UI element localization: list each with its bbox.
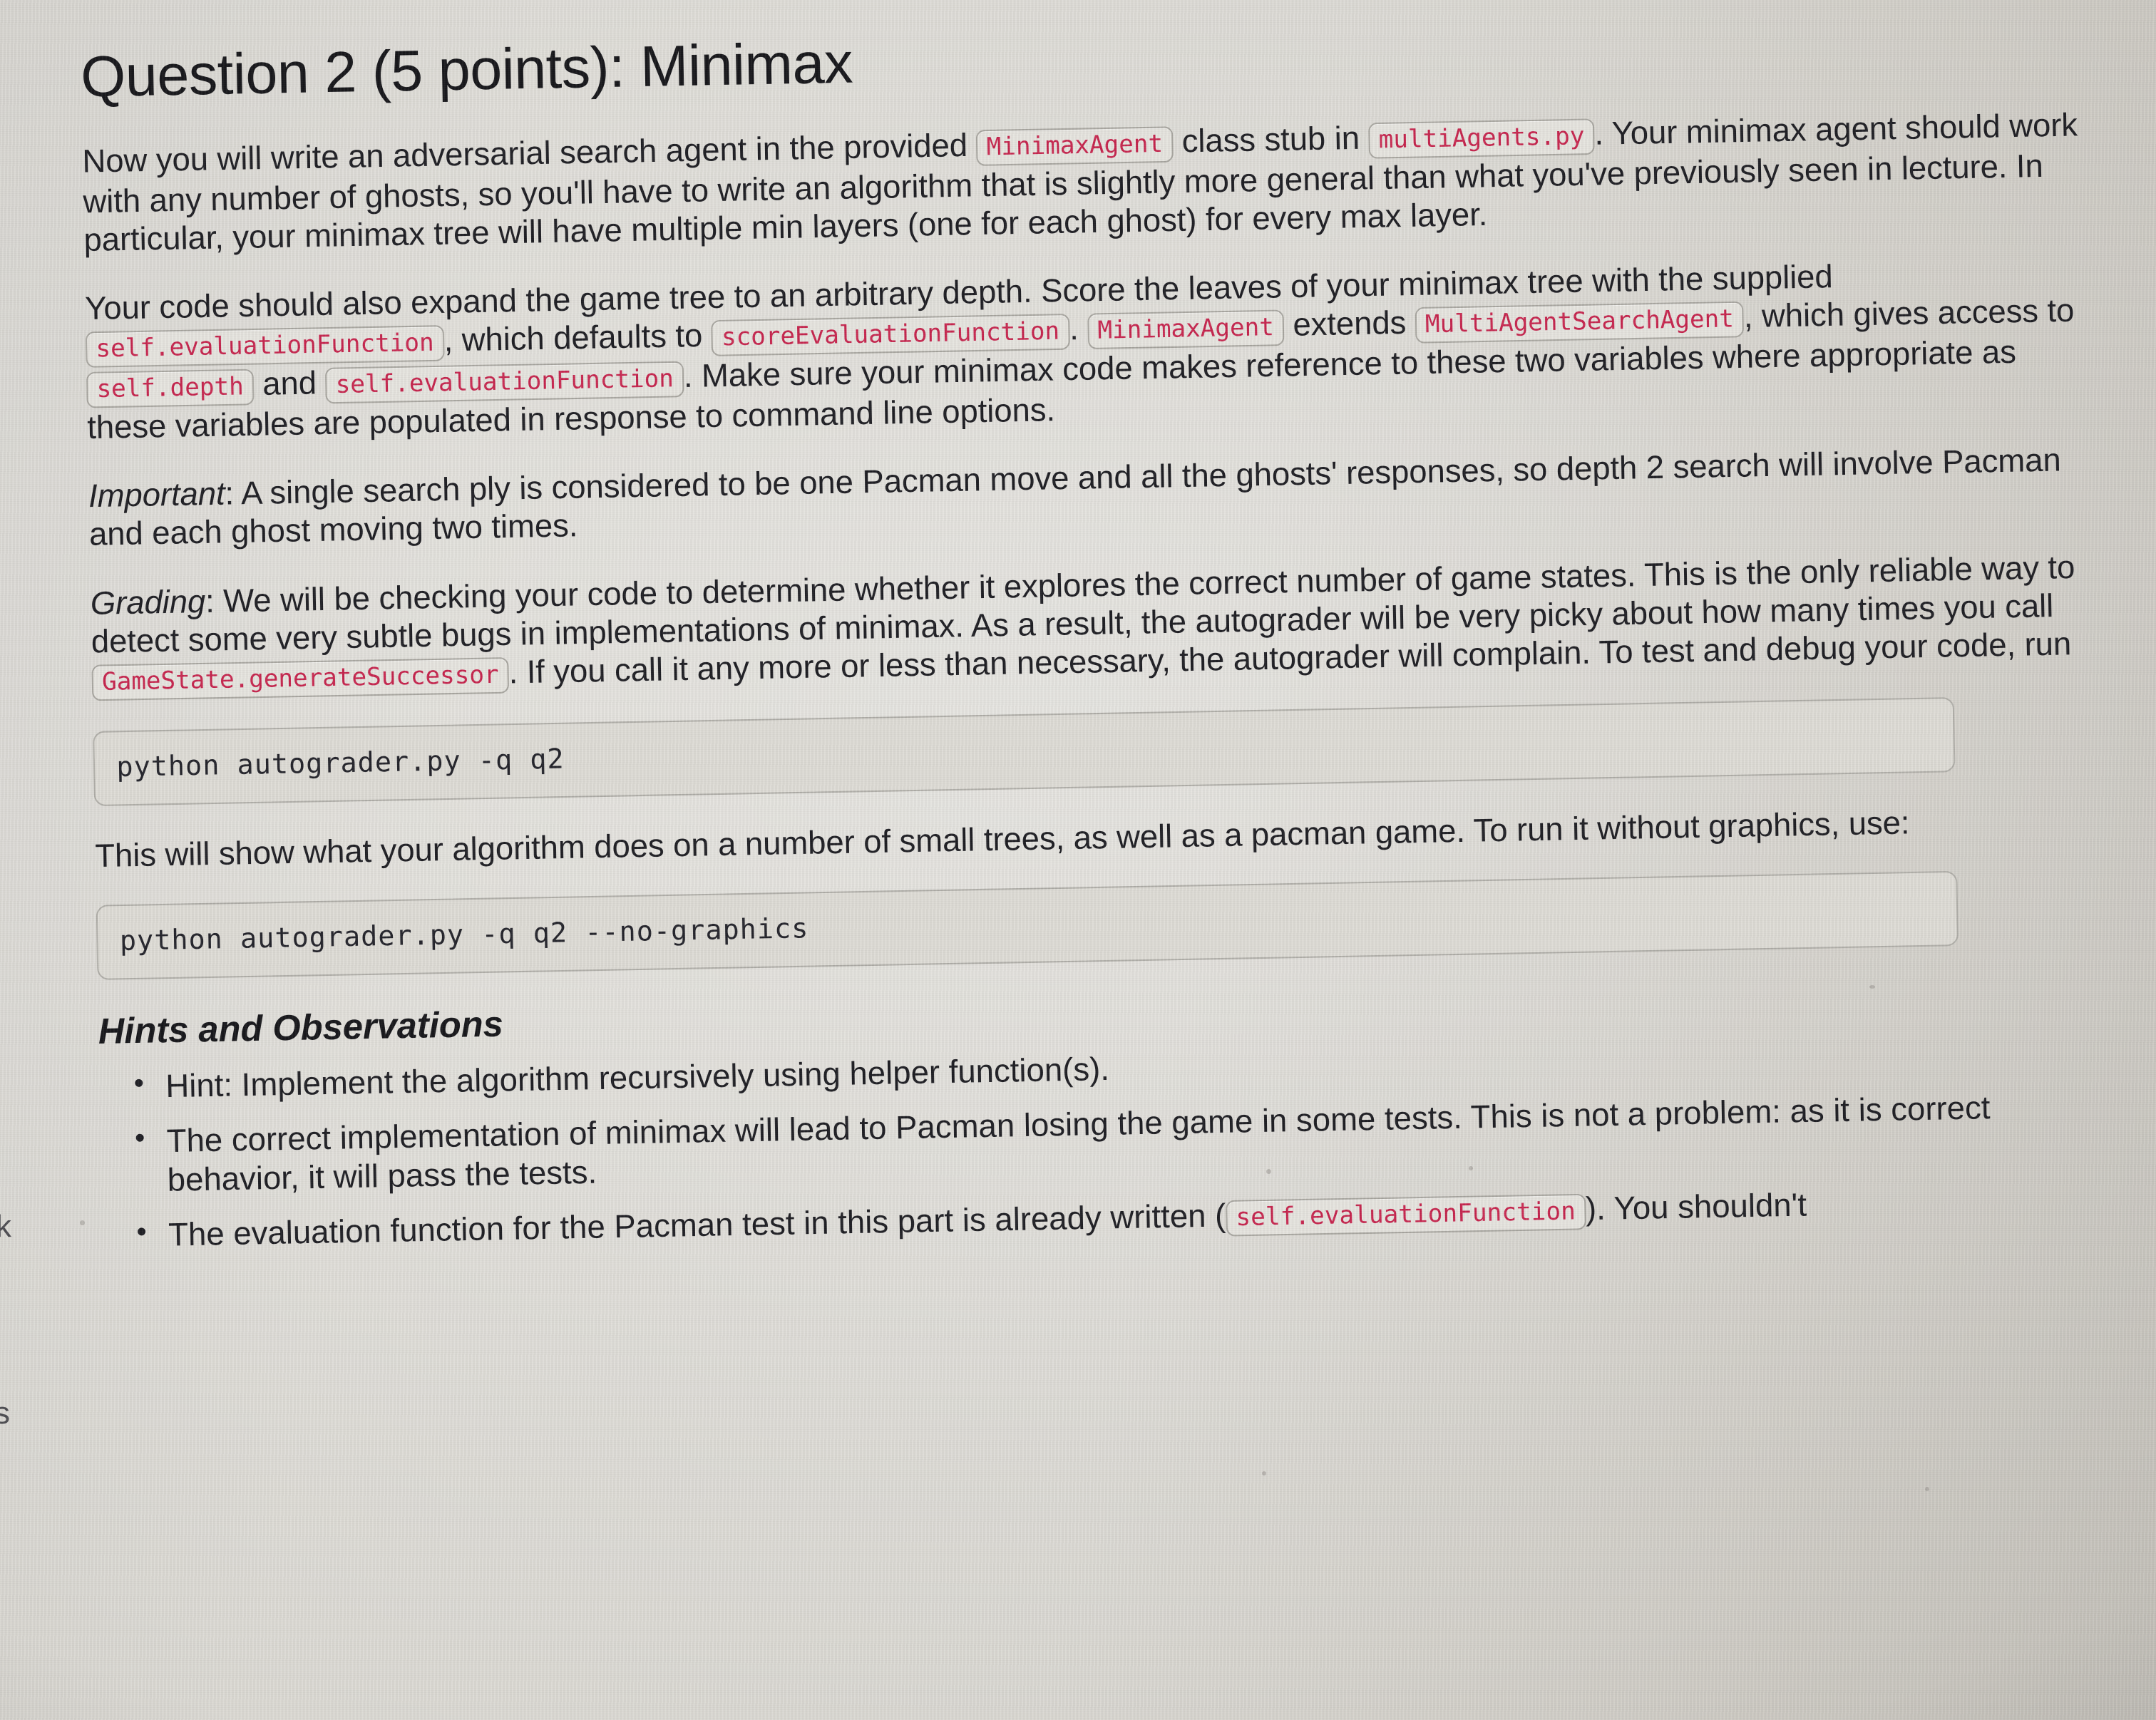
paragraph-grading: Grading: We will be checking your code t… — [90, 547, 2105, 701]
inline-code: self.evaluationFunction — [325, 361, 684, 404]
paragraph-intro: Now you will write an adversarial search… — [81, 105, 2078, 259]
document-page: Question 2 (5 points): Minimax Now you w… — [0, 0, 2156, 1720]
inline-code: self.evaluationFunction — [85, 325, 445, 369]
dust-speck — [1869, 985, 1875, 989]
photographed-screen: Question 2 (5 points): Minimax Now you w… — [0, 0, 2156, 1720]
inline-code: scoreEvaluationFunction — [711, 314, 1070, 357]
page-title: Question 2 (5 points): Minimax — [80, 30, 853, 109]
emphasis-label: Grading — [90, 582, 206, 622]
paragraph-between-code-blocks: This will show what your algorithm does … — [94, 803, 1910, 874]
inline-code: GameState.generateSuccessor — [91, 656, 510, 701]
inline-code: MultiAgentSearchAgent — [1415, 301, 1745, 344]
dust-speck — [1262, 1471, 1266, 1476]
inline-code: multiAgents.py — [1368, 118, 1595, 159]
inline-code: self.evaluationFunction — [1225, 1193, 1586, 1237]
code-block-autograder-q2-no-graphics[interactable]: python autograder.py -q q2 --no-graphics — [96, 870, 1959, 980]
emphasis-label: Important — [88, 475, 225, 515]
inline-code: self.depth — [86, 369, 255, 408]
inline-code: MinimaxAgent — [976, 126, 1174, 166]
dust-speck — [80, 1220, 85, 1225]
edge-text-fragment: k — [0, 1209, 11, 1244]
paragraph-depth: Your code should also expand the game tr… — [84, 257, 2075, 446]
dust-speck — [1266, 1169, 1271, 1174]
hints-list: Hint: Implement the algorithm recursivel… — [99, 1031, 2115, 1257]
inline-code: MinimaxAgent — [1087, 309, 1285, 350]
document-content: Question 2 (5 points): Minimax Now you w… — [80, 0, 2115, 1273]
dust-speck — [1925, 1487, 1929, 1491]
edge-text-fragment: s — [0, 1396, 10, 1431]
paragraph-important: Important: A single search ply is consid… — [88, 441, 2062, 553]
code-block-autograder-q2[interactable]: python autograder.py -q q2 — [93, 696, 1956, 806]
list-item: The correct implementation of minimax wi… — [166, 1086, 2114, 1199]
dust-speck — [1469, 1166, 1473, 1170]
